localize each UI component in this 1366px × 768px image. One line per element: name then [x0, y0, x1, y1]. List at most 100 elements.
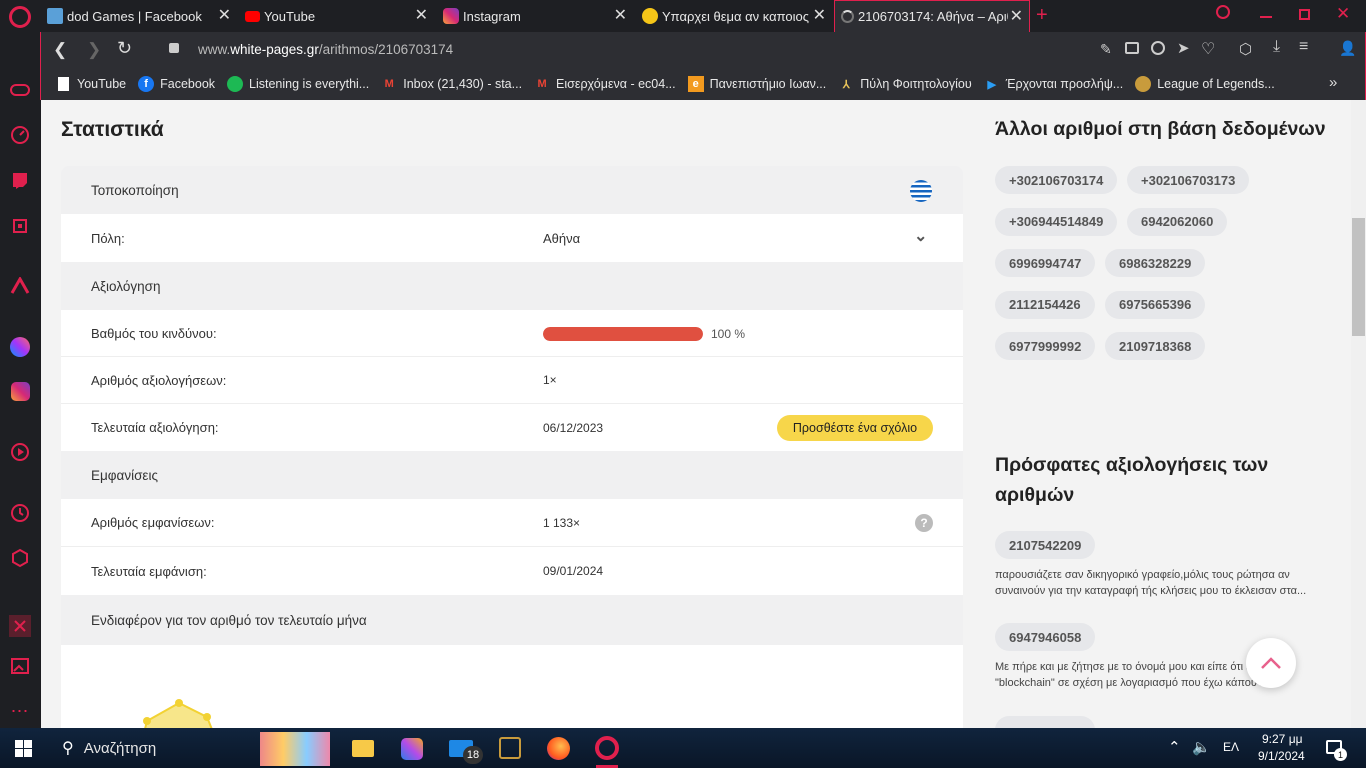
windows-start-icon[interactable] [15, 740, 32, 757]
firefox-icon[interactable] [547, 737, 570, 760]
clock-time[interactable]: 9:27 μμ [1262, 732, 1303, 746]
cpu-icon[interactable] [9, 215, 31, 237]
download-icon[interactable]: ⤓ [1273, 38, 1280, 56]
speed-dial-icon[interactable] [9, 124, 31, 146]
appearances-count-label: Αριθμός εμφανίσεων: [91, 515, 215, 530]
taskbar-search-box[interactable]: ⚲ Αναζήτηση [48, 728, 338, 768]
camera-icon[interactable] [1125, 42, 1139, 54]
search-tabs-icon[interactable] [1216, 5, 1230, 19]
bookmark-league[interactable]: League of Legends... [1135, 76, 1275, 92]
bookmark-youtube[interactable]: YouTube [55, 76, 126, 92]
forward-icon[interactable]: ❯ [87, 40, 101, 60]
close-icon[interactable]: ✕ [218, 8, 231, 24]
bookmark-hiring[interactable]: ▶ Έρχονται προσλήψ... [984, 76, 1123, 92]
other-number-chip[interactable]: 2112154426 [995, 290, 1095, 319]
other-number-chip[interactable]: +302106703173 [1127, 166, 1250, 194]
tab-title: Υπαρχει θεμα αν καποιος ξ [662, 8, 812, 24]
bookmark-gmail-inbox[interactable]: M Inbox (21,430) - sta... [381, 76, 522, 92]
back-icon[interactable]: ❮ [53, 40, 67, 60]
gamepad-icon[interactable] [9, 79, 31, 101]
copilot-icon[interactable] [401, 738, 423, 760]
tab-bar: dod Games | Facebook ✕ YouTube ✕ Instagr… [0, 0, 1366, 32]
page-scrollbar[interactable] [1351, 100, 1366, 728]
portal-icon: ⅄ [842, 78, 850, 91]
close-icon[interactable]: ✕ [614, 8, 627, 24]
bookmark-facebook[interactable]: f Facebook [138, 76, 215, 92]
new-tab-icon[interactable]: + [1036, 4, 1048, 27]
city-label: Πόλη: [91, 230, 125, 246]
volume-icon[interactable]: 🔈 [1192, 738, 1211, 756]
stats-title: Στατιστικά [61, 118, 164, 141]
file-explorer-icon[interactable] [352, 740, 374, 757]
city-row[interactable]: Πόλη: Αθήνα ⌄ [61, 214, 963, 262]
messenger-icon[interactable] [9, 336, 31, 358]
other-number-chip[interactable]: 6996994747 [995, 249, 1096, 277]
url-field[interactable]: www.white-pages.gr/arithmos/2106703174 [198, 42, 453, 57]
youtube-icon [244, 8, 260, 24]
league-taskbar-icon[interactable] [499, 737, 521, 759]
instagram-sidebar-icon[interactable] [9, 380, 31, 402]
reload-icon[interactable]: ↻ [117, 38, 132, 59]
cube-icon[interactable]: ⬡ [1239, 40, 1252, 58]
balloons-icon [260, 732, 330, 766]
other-number-chip[interactable]: 6942062060 [1127, 207, 1228, 236]
bookmark-gmail-greek[interactable]: M Εισερχόμενα - ec04... [534, 76, 675, 92]
gallery-icon[interactable] [9, 655, 31, 677]
opera-logo-icon[interactable] [9, 6, 31, 28]
section-header: Εμφανίσεις [91, 467, 158, 483]
other-number-chip[interactable]: +302106703174 [995, 166, 1118, 194]
tab-facebook[interactable]: dod Games | Facebook ✕ [41, 0, 237, 32]
close-icon[interactable]: ✕ [415, 8, 428, 24]
chevron-down-icon[interactable]: ⌄ [914, 226, 927, 246]
opera-taskbar-icon[interactable] [595, 736, 619, 760]
help-icon[interactable]: ? [915, 514, 933, 532]
adblock-icon[interactable] [1151, 41, 1165, 55]
other-number-chip[interactable]: 2109718368 [1105, 332, 1206, 360]
recent-number-chip[interactable]: 6947946058 [995, 623, 1096, 651]
extensions-cube-icon[interactable] [9, 547, 31, 569]
tab-forum[interactable]: Υπαρχει θεμα αν καποιος ξ ✕ [636, 0, 832, 32]
easy-setup-icon[interactable]: ≡ [1299, 38, 1308, 56]
bookmark-label: Πύλη Φοιτητολογίου [860, 77, 972, 91]
add-comment-button[interactable]: Προσθέστε ένα σχόλιο [777, 415, 933, 441]
language-indicator[interactable]: ΕΛ [1223, 740, 1239, 754]
other-number-chip[interactable]: 6977999992 [995, 332, 1096, 360]
clock-date[interactable]: 9/1/2024 [1258, 749, 1305, 763]
bookmark-label: Πανεπιστήμιο Ιωαν... [709, 77, 827, 91]
last-rating-row: Τελευταία αξιολόγηση: 06/12/2023 Προσθέσ… [61, 404, 963, 451]
bookmark-spotify[interactable]: Listening is everythi... [227, 76, 369, 92]
close-icon[interactable]: ✕ [1010, 9, 1023, 25]
bookmark-student-portal[interactable]: ⅄ Πύλη Φοιτητολογίου [838, 76, 972, 92]
snapshot-icon[interactable] [9, 615, 31, 637]
chevron-up-tray-icon[interactable]: ⌃ [1168, 738, 1181, 756]
scroll-to-top-button[interactable] [1246, 638, 1296, 688]
recent-number-chip-partial[interactable] [995, 716, 1095, 728]
other-number-chip[interactable]: 6986328229 [1105, 249, 1206, 277]
url-prefix: www. [198, 42, 231, 57]
bookmarks-overflow-icon[interactable]: » [1329, 74, 1337, 91]
close-icon[interactable]: ✕ [813, 8, 826, 24]
send-icon[interactable]: ➤ [1177, 39, 1190, 57]
tab-active-whitepages[interactable]: 2106703174: Αθήνα – Αριθ ✕ [834, 0, 1030, 32]
profile-icon[interactable]: 👤 [1339, 40, 1356, 57]
minimize-icon[interactable] [1260, 16, 1272, 18]
history-icon[interactable] [9, 502, 31, 524]
more-icon[interactable]: ⋯ [9, 700, 31, 722]
edit-icon[interactable]: ✎ [1100, 41, 1112, 58]
recent-number-chip[interactable]: 2107542209 [995, 531, 1096, 559]
twitch-icon[interactable] [9, 169, 31, 191]
aria-icon[interactable] [9, 275, 31, 297]
player-icon[interactable] [9, 441, 31, 463]
tab-youtube[interactable]: YouTube ✕ [238, 0, 434, 32]
bookmark-university[interactable]: e Πανεπιστήμιο Ιωαν... [687, 76, 827, 92]
scrollbar-thumb[interactable] [1352, 218, 1365, 336]
interest-chart-area [61, 645, 963, 728]
window-close-icon[interactable]: ✕ [1336, 4, 1350, 24]
heart-icon[interactable]: ♡ [1201, 39, 1215, 59]
mail-badge: 18 [463, 746, 483, 764]
other-number-chip[interactable]: +306944514849 [995, 207, 1118, 236]
ratings-count-value: 1× [543, 373, 557, 387]
tab-instagram[interactable]: Instagram ✕ [437, 0, 633, 32]
maximize-icon[interactable] [1299, 9, 1310, 20]
other-number-chip[interactable]: 6975665396 [1105, 290, 1206, 319]
